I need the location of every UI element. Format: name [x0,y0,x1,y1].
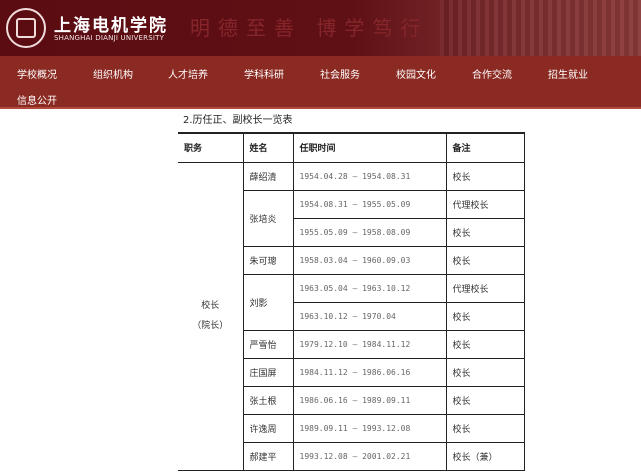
nav-item[interactable]: 学科科研 [244,66,284,81]
note-cell: 校长 [445,357,525,387]
table-header-row: 职务 姓名 任职时间 备注 [178,132,525,163]
nav-item[interactable]: 招生就业 [548,66,588,81]
building-image [440,0,641,56]
term-cell: 1986.06.16 — 1989.09.11 [292,385,447,415]
note-cell: 校长 [445,385,525,415]
term-cell: 1993.12.08 — 2001.02.21 [292,441,447,471]
note-cell: 校长 [445,301,525,331]
term-cell: 1979.12.10 — 1984.11.12 [292,329,447,359]
term-cell: 1955.05.09 — 1958.08.09 [292,217,447,247]
name-cell: 郝建平 [242,441,294,471]
nav-item[interactable]: 组织机构 [93,66,133,81]
term-cell: 1989.09.11 — 1993.12.08 [292,413,447,443]
note-cell: 校长 [445,245,525,275]
motto: 明德至善 博学笃行 [190,16,429,40]
name-cell: 庄国屏 [242,357,294,387]
site-banner: 上海电机学院 SHANGHAI DIANJI UNIVERSITY 明德至善 博… [0,0,641,56]
nav-item[interactable]: 社会服务 [320,66,360,81]
term-cell: 1954.04.28 — 1954.08.31 [292,161,447,191]
note-cell: 校长 [445,161,525,191]
note-cell: 校长 [445,217,525,247]
main-nav: 学校概况 组织机构 人才培养 学科科研 社会服务 校园文化 合作交流 招生就业 … [0,56,641,109]
table-row: 校长 （院长） 薛绍清 1954.04.28 — 1954.08.31 校长 [178,161,525,471]
note-cell: 代理校长 [445,273,525,303]
nav-item[interactable]: 人才培养 [168,66,208,81]
header-note: 备注 [445,132,525,163]
position-sublabel: （院长） [192,321,229,331]
name-cell: 许逸周 [242,413,294,443]
nav-item[interactable]: 校园文化 [396,66,436,81]
note-cell: 校长 [445,329,525,359]
logo-chinese-name[interactable]: 上海电机学院 [54,11,168,36]
note-cell: 代理校长 [445,189,525,219]
name-cell: 薛绍清 [242,161,294,191]
note-cell: 校长（兼） [445,441,525,471]
term-cell: 1963.05.04 — 1963.10.12 [292,273,447,303]
name-cell: 严雪怡 [242,329,294,359]
nav-item[interactable]: 合作交流 [472,66,512,81]
university-seal-logo[interactable] [6,8,46,48]
note-cell: 校长 [445,413,525,443]
name-cell: 刘影 [242,273,294,331]
name-cell: 朱可璁 [242,245,294,275]
nav-item[interactable]: 信息公开 [17,92,57,107]
position-label: 校长 [201,301,220,311]
header-name: 姓名 [242,132,294,163]
logo-english-name: SHANGHAI DIANJI UNIVERSITY [54,34,165,42]
header-position: 职务 [178,132,244,163]
nav-item[interactable]: 学校概况 [17,66,57,81]
header-term: 任职时间 [292,132,447,163]
name-cell: 张土根 [242,385,294,415]
term-cell: 1958.03.04 — 1960.09.03 [292,245,447,275]
position-cell: 校长 （院长） [178,161,244,471]
term-cell: 1963.10.12 — 1970.04 [292,301,447,331]
term-cell: 1954.08.31 — 1955.05.09 [292,189,447,219]
section-title: 2.历任正、副校长一览表 [183,115,293,126]
term-cell: 1984.11.12 — 1986.06.16 [292,357,447,387]
name-cell: 张培炎 [242,189,294,247]
presidents-table: 职务 姓名 任职时间 备注 校长 （院长） 薛绍清 1954.04.28 — 19… [178,132,525,471]
